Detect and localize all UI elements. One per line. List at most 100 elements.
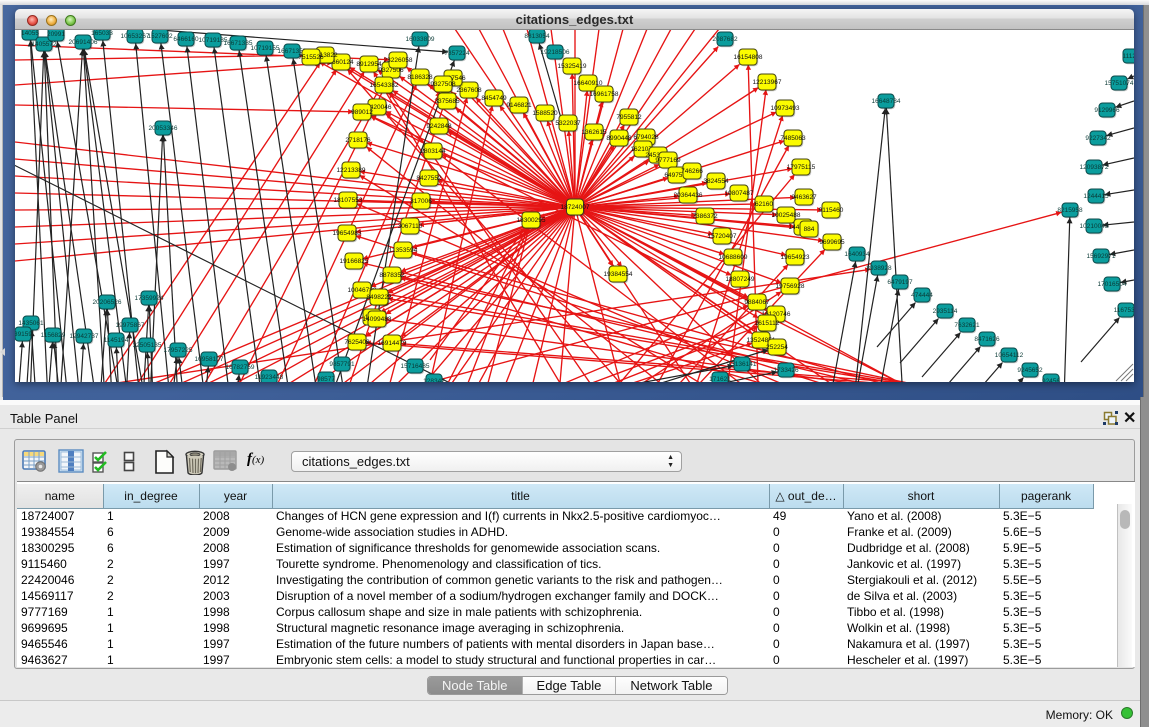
svg-text:15720407: 15720407 bbox=[708, 233, 737, 240]
svg-text:7625402: 7625402 bbox=[344, 339, 370, 346]
svg-text:16543382: 16543382 bbox=[370, 82, 399, 89]
svg-text:1588520: 1588520 bbox=[532, 110, 558, 117]
svg-text:1156829: 1156829 bbox=[41, 332, 66, 339]
svg-text:15136141: 15136141 bbox=[728, 361, 757, 368]
svg-text:11353594: 11353594 bbox=[389, 247, 418, 254]
svg-text:20991: 20991 bbox=[47, 31, 65, 38]
svg-text:9245652: 9245652 bbox=[1017, 367, 1043, 374]
svg-text:746266: 746266 bbox=[681, 168, 703, 175]
svg-text:9327508: 9327508 bbox=[430, 81, 456, 88]
svg-text:19654983: 19654983 bbox=[333, 230, 362, 237]
svg-text:2718176: 2718176 bbox=[345, 137, 371, 144]
svg-text:12942737: 12942737 bbox=[70, 333, 99, 340]
svg-text:1640934: 1640934 bbox=[844, 251, 870, 258]
svg-text:474444: 474444 bbox=[911, 292, 933, 299]
svg-text:7632621: 7632621 bbox=[954, 322, 980, 329]
svg-text:9777169: 9777169 bbox=[655, 157, 681, 164]
svg-text:9699695: 9699695 bbox=[819, 239, 845, 246]
svg-text:8186328: 8186328 bbox=[407, 74, 433, 81]
svg-text:23226058: 23226058 bbox=[384, 57, 413, 64]
svg-text:92456: 92456 bbox=[1042, 378, 1060, 382]
svg-text:11121: 11121 bbox=[1122, 53, 1134, 60]
svg-text:6794028: 6794028 bbox=[633, 134, 659, 141]
svg-text:19975867: 19975867 bbox=[116, 322, 145, 329]
svg-text:19654923: 19654923 bbox=[781, 254, 810, 261]
svg-text:39159: 39159 bbox=[15, 331, 32, 338]
svg-text:17957225: 17957225 bbox=[164, 347, 193, 354]
svg-text:9227342: 9227342 bbox=[1085, 135, 1111, 142]
svg-text:12213967: 12213967 bbox=[753, 79, 782, 86]
svg-text:16671385: 16671385 bbox=[224, 40, 253, 47]
svg-text:10653267: 10653267 bbox=[121, 33, 150, 40]
svg-text:18300295: 18300295 bbox=[517, 217, 546, 224]
svg-text:14099488: 14099488 bbox=[363, 316, 392, 323]
svg-text:15716485: 15716485 bbox=[401, 363, 430, 370]
svg-text:18807249: 18807249 bbox=[726, 276, 755, 283]
svg-text:2367608: 2367608 bbox=[456, 87, 482, 94]
svg-text:17016504: 17016504 bbox=[1098, 281, 1127, 288]
svg-text:6479197: 6479197 bbox=[887, 279, 913, 286]
svg-text:20053346: 20053346 bbox=[149, 125, 178, 132]
svg-text:15751074: 15751074 bbox=[1105, 80, 1134, 87]
svg-text:20206526: 20206526 bbox=[93, 299, 122, 306]
svg-text:7515526: 7515526 bbox=[298, 54, 324, 61]
svg-text:17975115: 17975115 bbox=[787, 164, 816, 171]
svg-text:9146821: 9146821 bbox=[506, 102, 532, 109]
svg-text:7955812: 7955812 bbox=[616, 114, 642, 121]
svg-text:9129966: 9129966 bbox=[1094, 107, 1120, 114]
svg-text:10688609: 10688609 bbox=[719, 254, 748, 261]
svg-text:165033: 165033 bbox=[91, 30, 113, 37]
svg-text:62160: 62160 bbox=[755, 201, 773, 208]
svg-text:15325419: 15325419 bbox=[558, 63, 587, 70]
svg-text:7485063: 7485063 bbox=[780, 135, 806, 142]
svg-text:12505135: 12505135 bbox=[133, 342, 162, 349]
svg-text:20364436: 20364436 bbox=[674, 192, 703, 199]
svg-text:12213389: 12213389 bbox=[337, 167, 366, 174]
svg-text:2803144: 2803144 bbox=[420, 148, 446, 155]
svg-text:1435061: 1435061 bbox=[18, 320, 44, 327]
svg-text:317006: 317006 bbox=[410, 198, 432, 205]
svg-text:128342: 128342 bbox=[423, 378, 445, 382]
svg-text:9115460: 9115460 bbox=[819, 207, 844, 214]
svg-text:19384554: 19384554 bbox=[604, 271, 633, 278]
svg-text:1527602: 1527602 bbox=[147, 33, 173, 40]
svg-text:20691406: 20691406 bbox=[69, 39, 98, 46]
svg-text:8878352: 8878352 bbox=[379, 272, 405, 279]
svg-text:2935114: 2935114 bbox=[933, 308, 958, 315]
svg-text:1145194: 1145194 bbox=[104, 337, 129, 344]
svg-text:8215958: 8215958 bbox=[1057, 207, 1083, 214]
svg-text:15692971: 15692971 bbox=[1087, 253, 1116, 260]
svg-text:1362615: 1362615 bbox=[581, 129, 607, 136]
svg-text:18107553: 18107553 bbox=[334, 197, 363, 204]
svg-text:7386372: 7386372 bbox=[692, 213, 718, 220]
svg-text:2087682: 2087682 bbox=[712, 36, 738, 43]
svg-text:884: 884 bbox=[804, 226, 815, 233]
svg-text:989012: 989012 bbox=[351, 109, 373, 116]
svg-text:16782759: 16782759 bbox=[226, 364, 255, 371]
svg-text:5322037: 5322037 bbox=[555, 120, 581, 127]
svg-text:98577: 98577 bbox=[317, 376, 335, 382]
svg-text:18724007: 18724007 bbox=[561, 204, 590, 211]
svg-text:1615112: 1615112 bbox=[755, 320, 780, 327]
svg-text:1244415: 1244415 bbox=[1083, 193, 1109, 200]
svg-text:3067110: 3067110 bbox=[398, 223, 423, 230]
svg-text:11923448: 11923448 bbox=[255, 374, 284, 381]
svg-text:16914479: 16914479 bbox=[378, 340, 407, 347]
svg-text:252254: 252254 bbox=[766, 344, 788, 351]
svg-text:171621: 171621 bbox=[709, 376, 731, 382]
svg-text:3375685: 3375685 bbox=[434, 98, 460, 105]
svg-text:17359924: 17359924 bbox=[135, 295, 164, 302]
svg-text:10210043: 10210043 bbox=[1080, 223, 1109, 230]
svg-text:12093872: 12093872 bbox=[1080, 164, 1109, 171]
svg-text:9463627: 9463627 bbox=[791, 194, 817, 201]
svg-text:10025488: 10025488 bbox=[772, 212, 801, 219]
svg-text:8498222: 8498222 bbox=[366, 294, 392, 301]
svg-text:8427552: 8427552 bbox=[416, 175, 442, 182]
svg-text:10958107: 10958107 bbox=[195, 356, 224, 363]
svg-text:3824554: 3824554 bbox=[703, 178, 729, 185]
svg-text:9857791: 9857791 bbox=[329, 361, 355, 368]
svg-text:16033809: 16033809 bbox=[406, 36, 435, 43]
svg-text:16154808: 16154808 bbox=[734, 54, 763, 61]
svg-text:10973493: 10973493 bbox=[771, 105, 800, 112]
svg-text:9242848: 9242848 bbox=[426, 123, 452, 130]
